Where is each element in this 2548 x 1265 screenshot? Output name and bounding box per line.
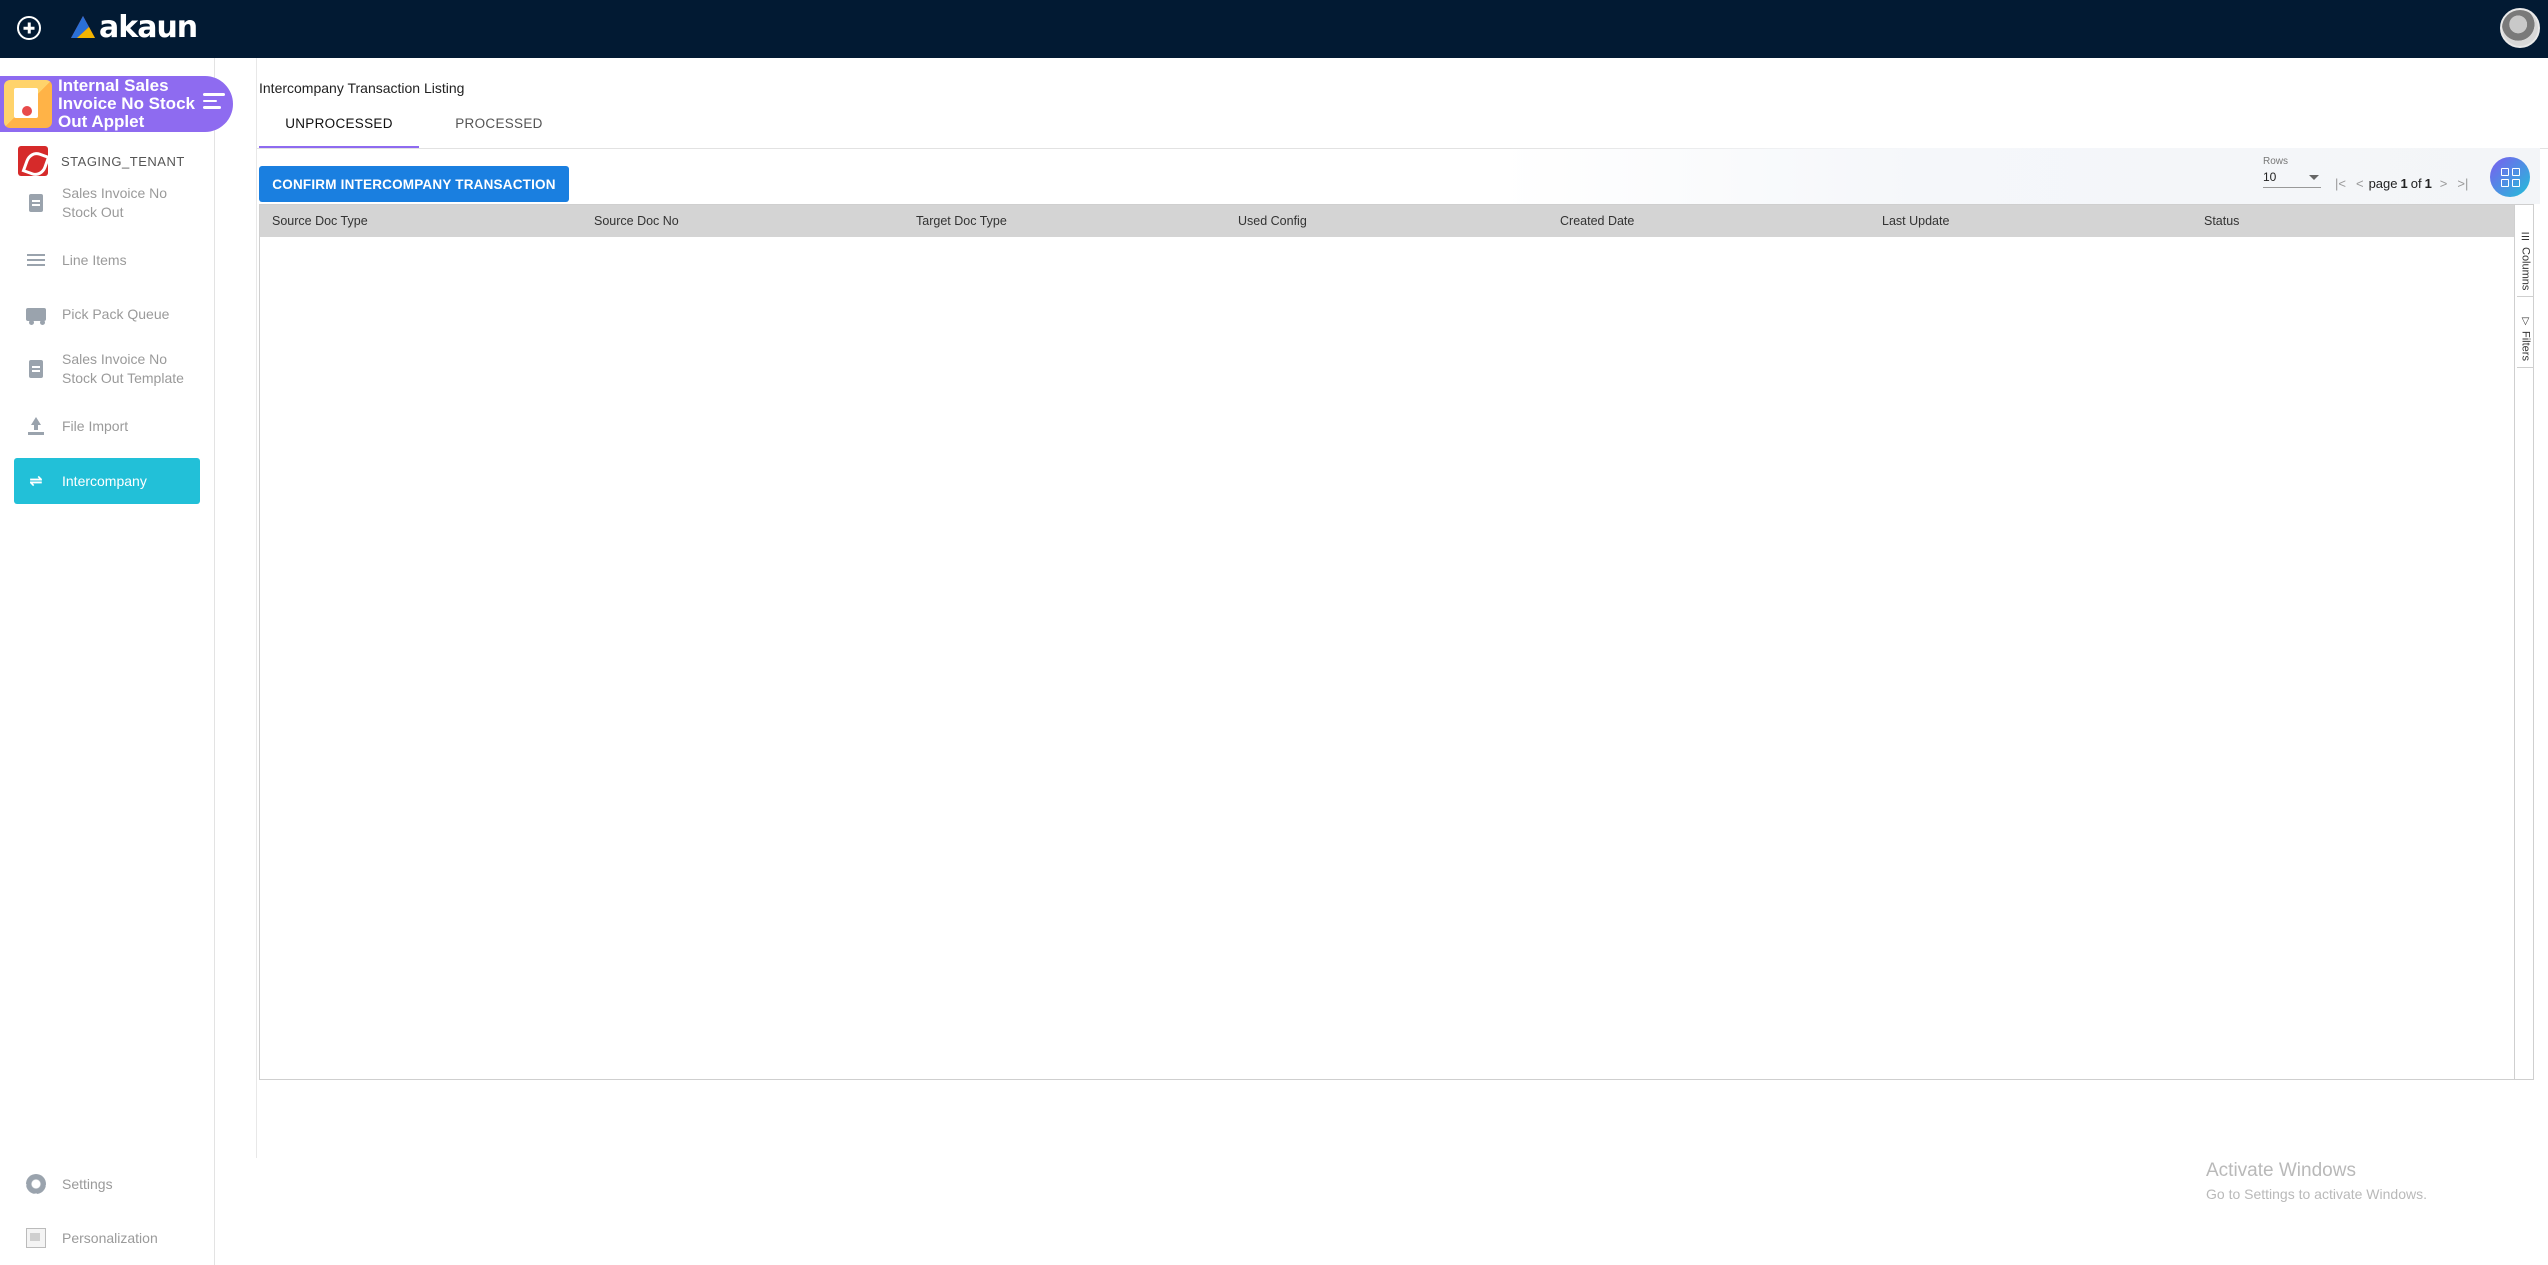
tenant-logo-icon [18,146,48,176]
filters-panel-tab[interactable]: ▽ Filters [2517,310,2534,368]
confirm-intercompany-button[interactable]: CONFIRM INTERCOMPANY TRANSACTION [259,166,569,202]
grid-header: Source Doc Type Source Doc No Target Doc… [260,205,2514,237]
filter-icon: ▽ [2520,316,2531,327]
upload-icon [26,416,46,436]
logo-text: akaun [99,9,198,45]
rows-per-page[interactable]: Rows 10 [2263,156,2321,188]
top-bar: akaun [0,0,2548,58]
columns-icon: ☰ [2520,232,2531,243]
main-divider [256,58,257,1158]
tab-processed[interactable]: PROCESSED [419,110,579,148]
column-header-used-config[interactable]: Used Config [1226,205,1548,237]
document-icon [26,193,46,213]
rows-select[interactable]: 10 [2263,170,2321,188]
sidebar-item-sales-invoice[interactable]: Sales Invoice No Stock Out [14,184,200,222]
truck-icon [26,304,46,325]
sidebar-item-label: Personalization [62,1229,158,1246]
sidebar-item-line-items[interactable]: Line Items [14,250,200,270]
prev-page-icon[interactable]: < [2356,176,2364,191]
grid-view-button[interactable] [2490,157,2530,197]
current-page: 1 [2400,176,2408,191]
filters-tab-label: Filters [2519,331,2532,361]
applet-title: Internal Sales Invoice No Stock Out Appl… [58,76,195,131]
columns-tab-label: Columns [2519,247,2532,291]
column-header-status[interactable]: Status [2192,205,2514,237]
column-header-source-doc-type[interactable]: Source Doc Type [260,205,582,237]
column-header-target-doc-type[interactable]: Target Doc Type [904,205,1226,237]
sidebar-item-label: Settings [62,1175,113,1192]
sidebar-item-file-import[interactable]: File Import [14,416,200,436]
sidebar-item-label: Sales Invoice No Stock Out [62,185,168,220]
app-logo[interactable]: akaun [70,9,198,45]
rows-label: Rows [2263,156,2289,167]
user-avatar[interactable] [2500,8,2540,48]
column-header-created-date[interactable]: Created Date [1548,205,1870,237]
image-icon [26,1228,46,1248]
windows-activation-watermark: Activate Windows Go to Settings to activ… [2206,1160,2427,1202]
sidebar: Internal Sales Invoice No Stock Out Appl… [0,58,233,1265]
add-circle-icon[interactable] [17,16,41,40]
first-page-icon[interactable]: |< [2335,176,2346,191]
logo-triangle-icon [71,16,95,38]
watermark-subtitle: Go to Settings to activate Windows. [2206,1186,2427,1202]
grid-icon [2500,167,2520,187]
gear-icon [26,1174,46,1194]
document-icon [26,359,46,379]
columns-panel-tab[interactable]: ☰ Columns [2517,226,2534,298]
tenant-label: STAGING_TENANT [61,153,185,169]
sidebar-item-label: Line Items [62,251,127,268]
page-title: Intercompany Transaction Listing [259,80,465,96]
applet-icon [4,80,52,128]
page-label: page [2368,176,2398,191]
sidebar-item-label: Intercompany [62,472,147,489]
total-pages: 1 [2424,176,2432,191]
tenant-selector[interactable]: STAGING_TENANT [18,146,185,176]
of-label: of [2410,176,2422,191]
swap-icon: ⇌ [29,472,43,490]
data-grid: Source Doc Type Source Doc No Target Doc… [259,204,2515,1080]
sidebar-item-settings[interactable]: Settings [14,1174,200,1194]
sidebar-item-template[interactable]: Sales Invoice No Stock Out Template [14,350,200,388]
watermark-title: Activate Windows [2206,1160,2356,1181]
sidebar-item-pick-pack-queue[interactable]: Pick Pack Queue [14,304,200,325]
tab-unprocessed[interactable]: UNPROCESSED [259,110,419,148]
list-icon [26,250,46,270]
sidebar-item-intercompany[interactable]: ⇌ Intercompany [14,458,200,504]
pagination: |< < page 1 of 1 > >| [2330,176,2473,191]
sidebar-item-personalization[interactable]: Personalization [14,1228,200,1248]
sidebar-item-label: Pick Pack Queue [62,305,170,322]
sidebar-item-label: Sales Invoice No Stock Out Template [62,351,184,386]
next-page-icon[interactable]: > [2440,176,2448,191]
sidebar-item-label: File Import [62,417,129,434]
menu-collapse-icon[interactable] [203,93,225,111]
tab-bar: UNPROCESSED PROCESSED [259,110,579,148]
last-page-icon[interactable]: >| [2457,176,2468,191]
column-header-source-doc-no[interactable]: Source Doc No [582,205,904,237]
applet-banner: Internal Sales Invoice No Stock Out Appl… [0,76,233,132]
column-header-last-update[interactable]: Last Update [1870,205,2192,237]
